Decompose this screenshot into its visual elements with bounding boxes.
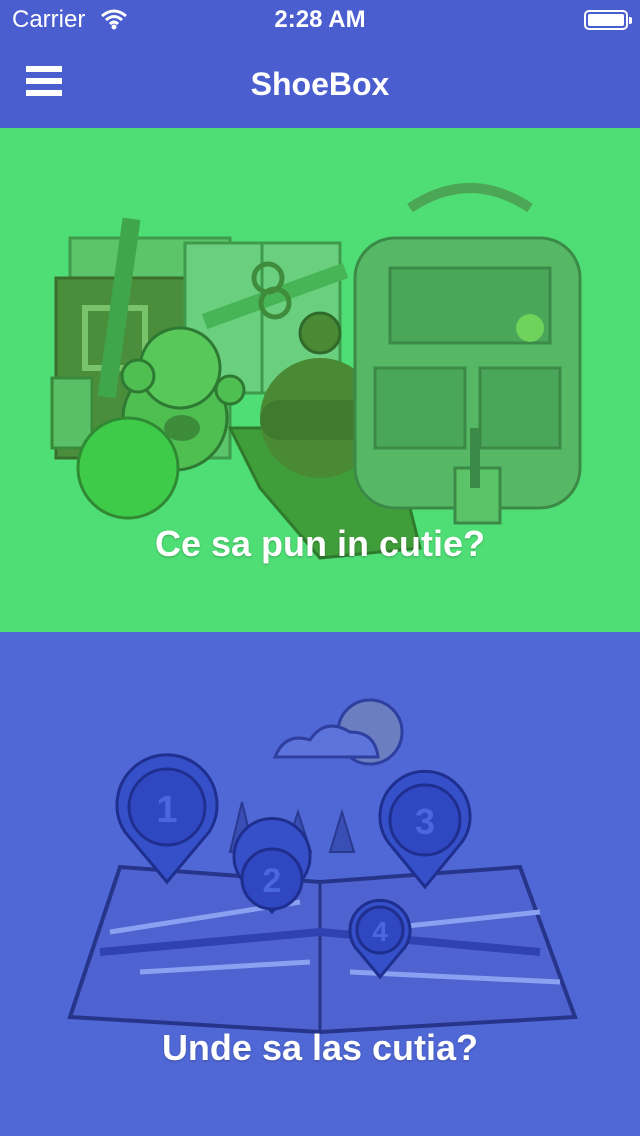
clock: 2:28 AM [274,6,366,33]
where-to-leave-panel[interactable]: 1 2 3 4 Unde sa las cutia? [0,632,640,1136]
svg-text:3: 3 [415,801,435,842]
svg-text:2: 2 [263,862,282,900]
what-to-put-caption: Ce sa pun in cutie? [154,523,486,564]
navigation-bar: ShoeBox [0,40,640,128]
app-title: ShoeBox [250,66,390,102]
svg-text:1: 1 [156,789,177,831]
map-pin-icon: 1 [115,753,219,885]
battery-icon [584,10,632,30]
status-bar: Carrier 2:28 AM [0,0,640,40]
where-to-leave-caption: Unde sa las cutia? [161,1027,479,1068]
svg-text:4: 4 [372,916,388,947]
what-to-put-panel[interactable]: Ce sa pun in cutie? [0,128,640,632]
